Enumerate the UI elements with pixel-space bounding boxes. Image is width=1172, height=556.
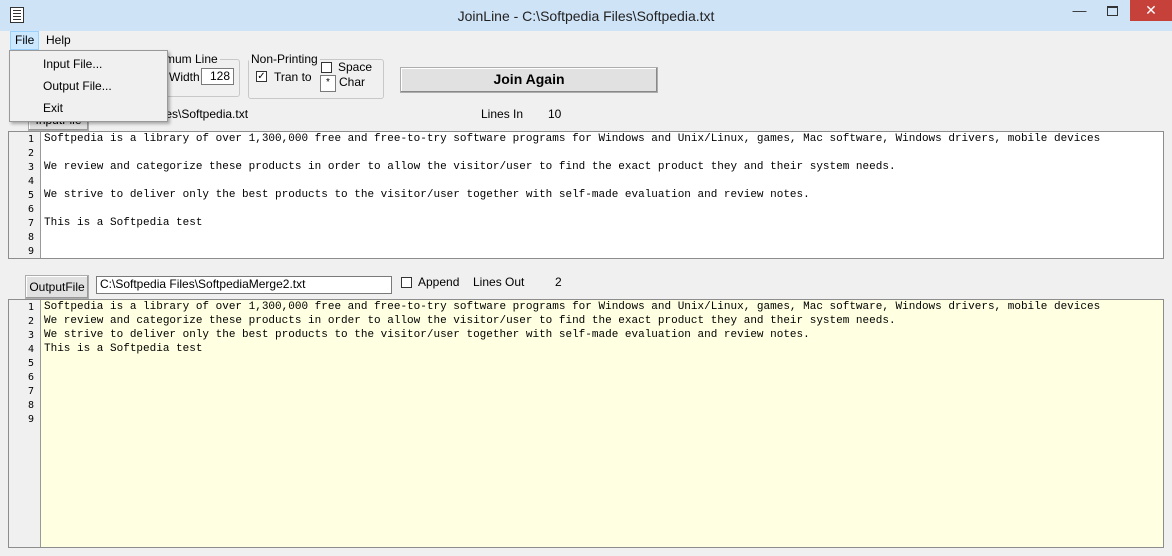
tran-to-label: Tran to	[274, 70, 312, 84]
append-label: Append	[418, 275, 460, 289]
maximize-button[interactable]	[1096, 0, 1129, 21]
close-icon: ✕	[1145, 2, 1157, 18]
maximize-icon	[1107, 6, 1118, 16]
output-path-input[interactable]: C:\Softpedia Files\SoftpediaMerge2.txt	[96, 276, 392, 294]
minimize-button[interactable]: —	[1063, 0, 1096, 21]
line-number: 1	[27, 302, 34, 313]
output-file-button[interactable]: OutputFile	[25, 275, 89, 299]
output-text-area[interactable]: 1 Softpedia is a library of over 1,300,00…	[8, 299, 1164, 548]
text-line: We review and categorize these products …	[44, 161, 896, 173]
space-label: Space	[338, 60, 373, 74]
tran-to-checkbox[interactable]: ✓	[256, 71, 267, 82]
width-input[interactable]: 128	[201, 68, 234, 85]
text-line: Softpedia is a library of over 1,300,000…	[44, 133, 1101, 145]
line-number: 6	[27, 372, 34, 383]
file-menu-dropdown: Input File... Output File... Exit	[9, 50, 168, 122]
line-number: 2	[27, 148, 34, 159]
close-button[interactable]: ✕	[1130, 0, 1172, 21]
char-input[interactable]: *	[320, 75, 336, 92]
line-number: 9	[27, 414, 34, 425]
append-checkbox[interactable]	[401, 277, 412, 288]
char-label: Char	[339, 75, 366, 89]
line-number: 7	[27, 386, 34, 397]
line-number: 2	[27, 316, 34, 327]
lines-in-label: Lines In	[481, 107, 524, 121]
line-number: 4	[27, 344, 34, 355]
line-number: 9	[27, 246, 34, 257]
text-line: Softpedia is a library of over 1,300,000…	[44, 301, 1101, 313]
line-number: 4	[27, 176, 34, 187]
text-line: This is a Softpedia test	[44, 217, 203, 229]
line-number: 5	[27, 358, 34, 369]
minimize-icon: —	[1072, 2, 1087, 18]
line-number: 8	[27, 400, 34, 411]
menu-file[interactable]: File	[10, 31, 40, 50]
menu-help[interactable]: Help	[42, 32, 75, 49]
menu-item-output-file[interactable]: Output File...	[43, 77, 112, 95]
text-line: We strive to deliver only the best produ…	[44, 329, 810, 341]
lines-out-value: 2	[555, 275, 562, 289]
line-number: 8	[27, 232, 34, 243]
space-checkbox[interactable]	[321, 62, 332, 73]
text-line: We strive to deliver only the best produ…	[44, 189, 810, 201]
window-title: JoinLine - C:\Softpedia Files\Softpedia.…	[457, 8, 715, 24]
line-number: 7	[27, 218, 34, 229]
input-text-area[interactable]: 1 Softpedia is a library of over 1,300,00…	[8, 131, 1164, 259]
line-number: 3	[27, 330, 34, 341]
line-number: 3	[27, 162, 34, 173]
menu-bar	[0, 31, 1172, 50]
menu-item-input-file[interactable]: Input File...	[43, 55, 102, 73]
text-line: We review and categorize these products …	[44, 315, 896, 327]
join-again-button[interactable]: Join Again	[400, 67, 658, 93]
text-line: This is a Softpedia test	[44, 343, 203, 355]
menu-item-exit[interactable]: Exit	[43, 99, 63, 117]
lines-out-label: Lines Out	[473, 275, 525, 289]
input-path: iles\Softpedia.txt	[160, 107, 249, 121]
lines-in-value: 10	[548, 107, 562, 121]
line-number: 1	[27, 134, 34, 145]
line-number: 6	[27, 204, 34, 215]
non-printing-legend: Non-Printing	[251, 52, 318, 66]
line-number: 5	[27, 190, 34, 201]
width-label: Width	[169, 70, 200, 84]
